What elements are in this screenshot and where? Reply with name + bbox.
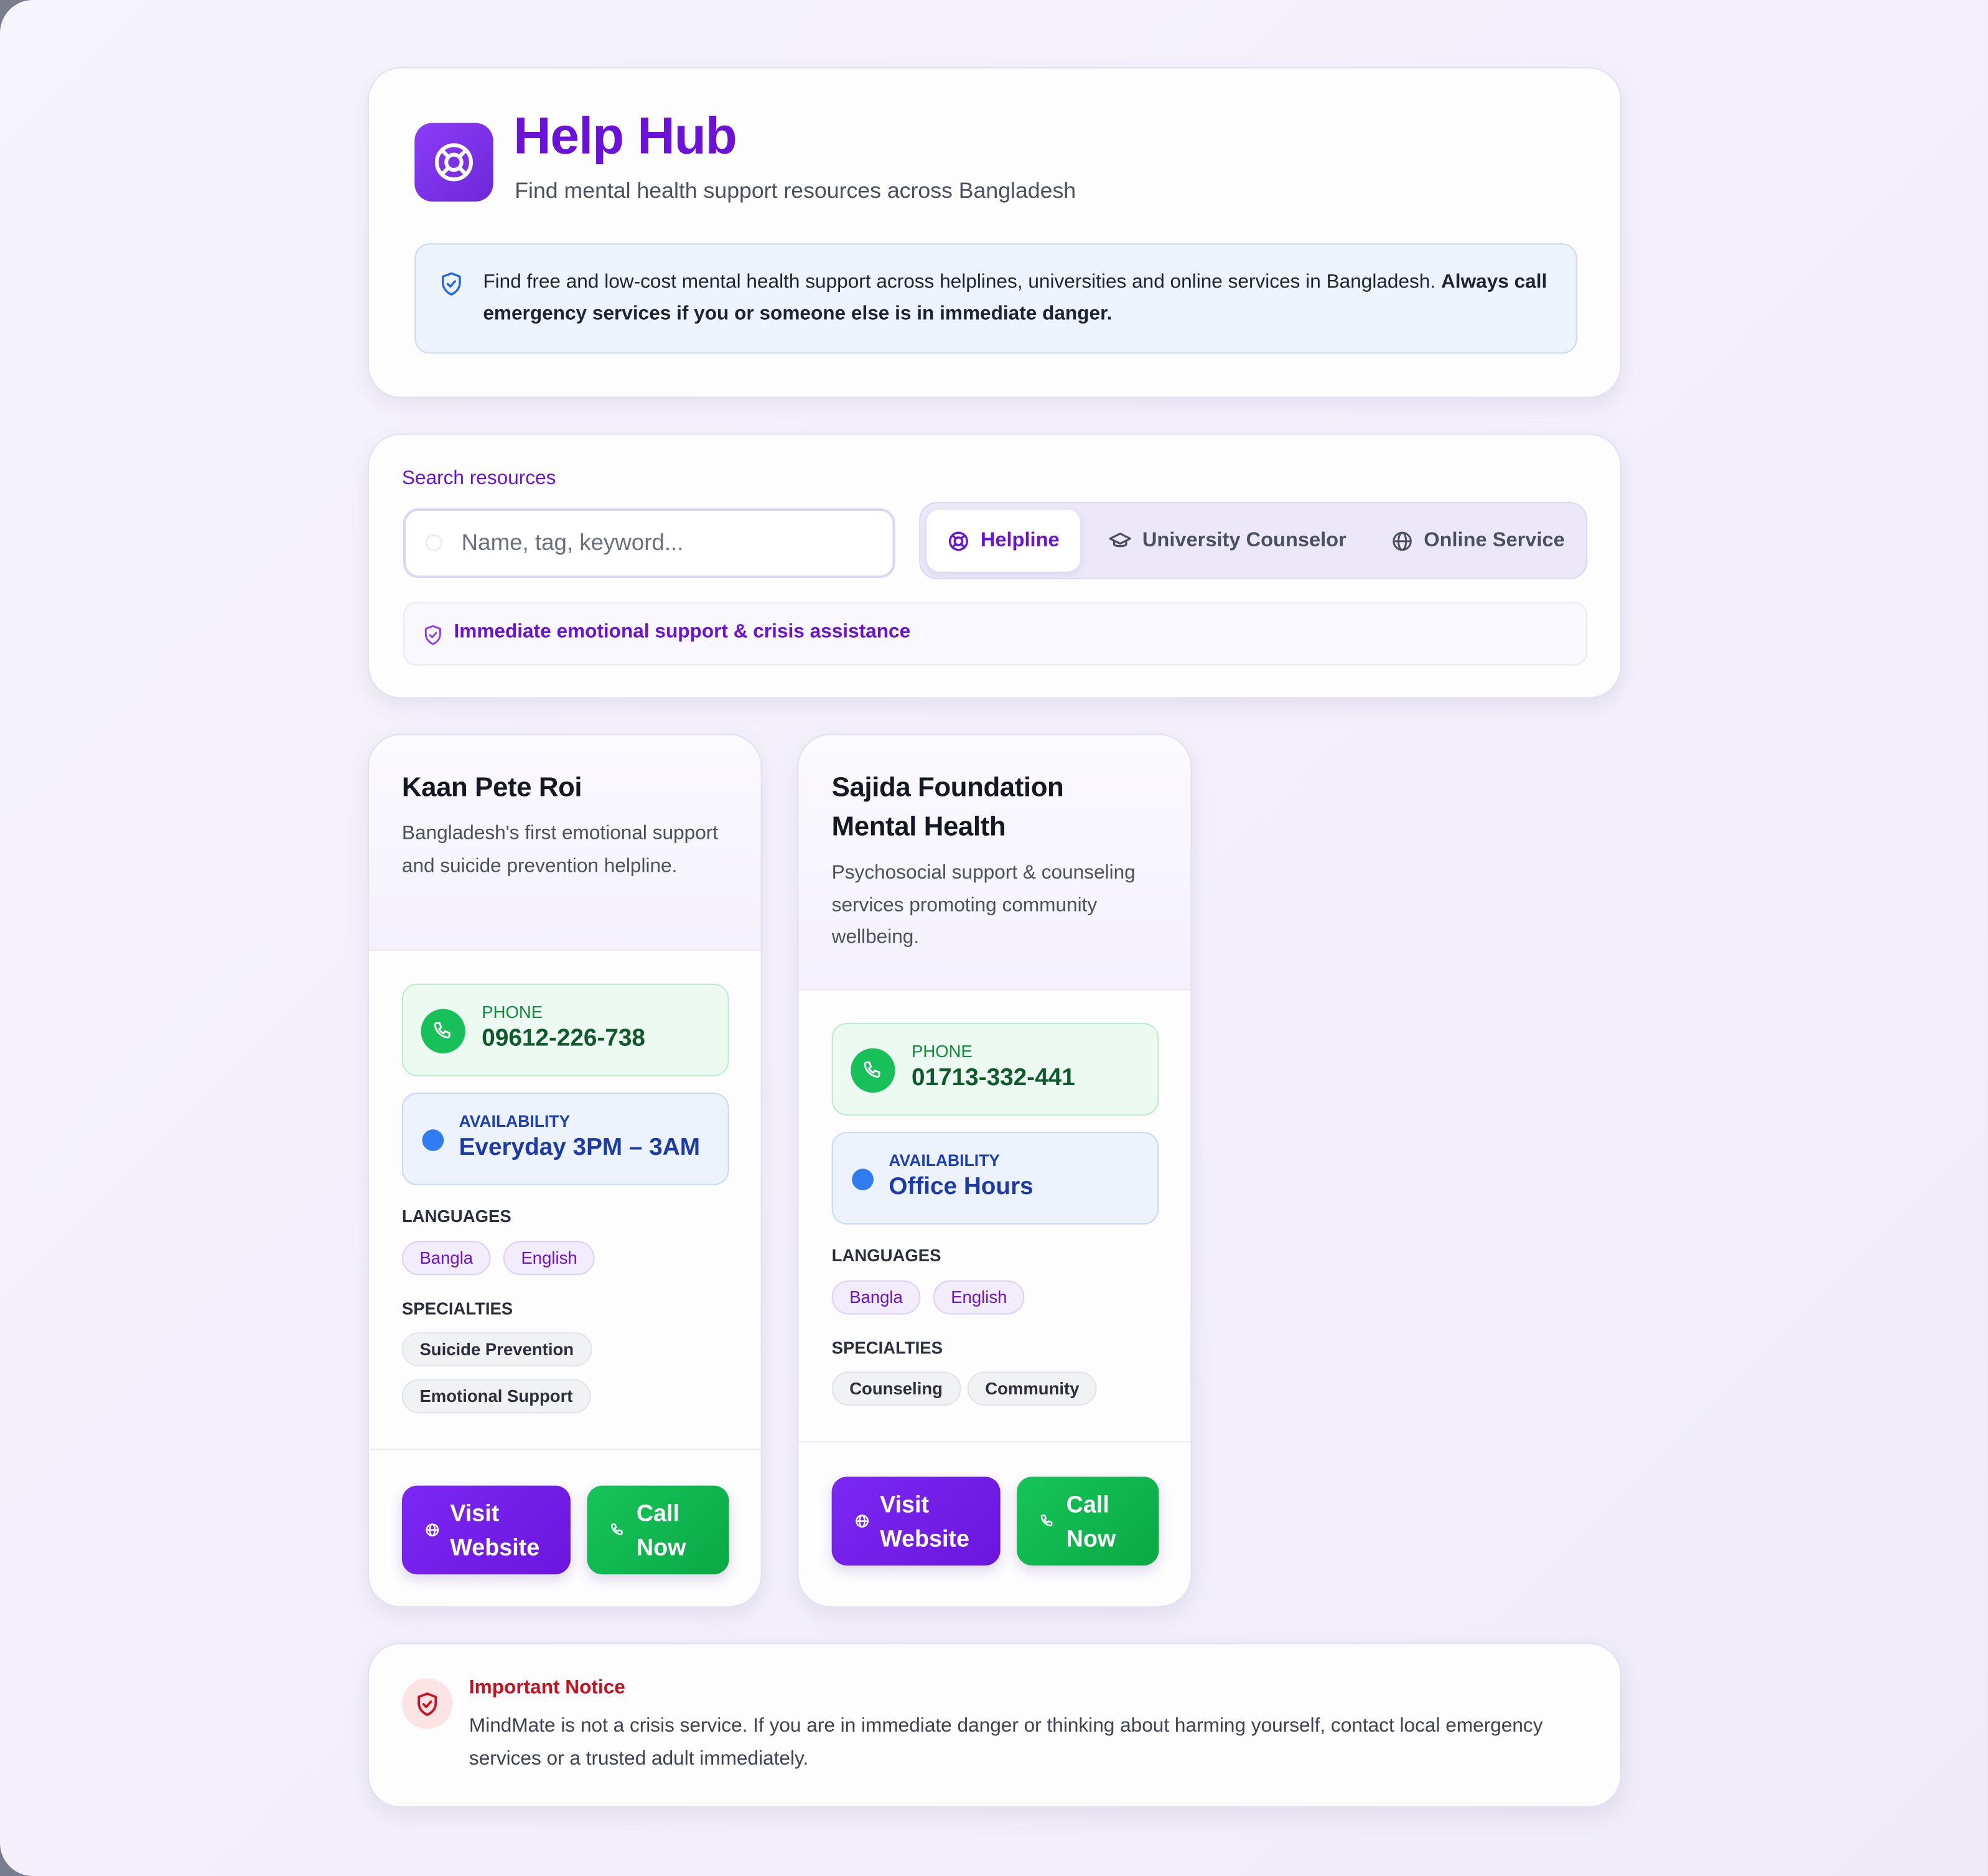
availability-dot-icon — [852, 1169, 874, 1190]
notice-title: Important Notice — [469, 1677, 625, 1699]
search-label: Search resources — [401, 467, 556, 490]
specialties-label: SPECIALTIES — [831, 1338, 943, 1358]
availability-value: Office Hours — [889, 1174, 1034, 1201]
specialty-chip: Counseling — [831, 1371, 961, 1406]
category-tabs: Helpline University Counselor Online Ser… — [919, 502, 1588, 580]
globe-icon — [856, 1514, 869, 1528]
call-now-label: Call Now — [1066, 1490, 1116, 1551]
specialty-chip: Suicide Prevention — [401, 1332, 592, 1367]
shield-check-icon — [442, 272, 461, 296]
category-description: Immediate emotional support & crisis ass… — [403, 602, 1588, 666]
availability-label: AVAILABILITY — [889, 1150, 1000, 1170]
visit-website-label: Visit Website — [450, 1500, 540, 1560]
availability-info: AVAILABILITY Office Hours — [831, 1132, 1159, 1225]
resource-card-header: Sajida Foundation Mental Health Psychosoc… — [798, 735, 1191, 991]
notice-text: MindMate is not a crisis service. If you… — [469, 1715, 1543, 1769]
page-title: Help Hub — [513, 106, 737, 165]
language-chip: English — [933, 1280, 1025, 1315]
important-notice-card: Important Notice MindMate is not a crisi… — [367, 1643, 1622, 1808]
tab-online-service-label: Online Service — [1424, 529, 1565, 551]
phone-label: PHONE — [482, 1002, 543, 1022]
specialty-chip: Emotional Support — [401, 1379, 591, 1414]
tab-helpline-label: Helpline — [980, 529, 1060, 551]
resource-card-actions: Visit Website Call Now — [368, 1449, 761, 1607]
phone-icon — [851, 1048, 895, 1093]
resource-card-actions: Visit Website Call Now — [798, 1441, 1191, 1607]
shield-alert-icon — [401, 1678, 453, 1729]
tab-university-counselor[interactable]: University Counselor — [1108, 510, 1346, 572]
resource-card: Kaan Pete Roi Bangladesh's first emotion… — [367, 734, 762, 1608]
visit-website-label: Visit Website — [880, 1490, 969, 1551]
availability-value: Everyday 3PM – 3AM — [459, 1134, 700, 1162]
page-subtitle: Find mental health support resources acr… — [515, 177, 1076, 203]
globe-icon — [426, 1523, 439, 1537]
resource-name: Kaan Pete Roi — [401, 772, 582, 803]
tab-online-service[interactable]: Online Service — [1391, 510, 1565, 572]
phone-number: 01713-332-441 — [912, 1065, 1075, 1092]
language-chip: English — [503, 1241, 595, 1276]
specialties-label: SPECIALTIES — [401, 1299, 513, 1318]
availability-label: AVAILABILITY — [459, 1111, 571, 1131]
phone-number: 09612-226-738 — [482, 1025, 645, 1052]
resource-card: Sajida Foundation Mental Health Psychosoc… — [797, 734, 1192, 1608]
phone-label: PHONE — [912, 1042, 973, 1062]
resource-card-header: Kaan Pete Roi Bangladesh's first emotion… — [368, 735, 761, 951]
search-icon — [425, 534, 443, 552]
info-text: Find free and low-cost mental health sup… — [483, 271, 1547, 325]
phone-icon — [1040, 1514, 1053, 1526]
search-placeholder: Name, tag, keyword... — [461, 530, 684, 556]
tab-helpline[interactable]: Helpline — [926, 509, 1081, 572]
resource-name: Sajida Foundation Mental Health — [831, 772, 1064, 842]
globe-icon — [1393, 531, 1412, 551]
language-chip: Bangla — [831, 1280, 921, 1315]
header-card: Help Hub Find mental health support reso… — [367, 67, 1622, 398]
specialty-chip: Community — [967, 1371, 1098, 1406]
call-now-button[interactable]: Call Now — [1017, 1477, 1159, 1566]
phone-icon — [610, 1523, 623, 1536]
language-chip: Bangla — [401, 1241, 491, 1276]
languages-label: LANGUAGES — [831, 1246, 941, 1266]
call-now-label: Call Now — [636, 1500, 686, 1560]
shield-check-icon — [424, 625, 441, 645]
tab-university-counselor-label: University Counselor — [1142, 529, 1346, 551]
availability-dot-icon — [422, 1129, 444, 1151]
graduation-cap-icon — [1109, 532, 1131, 548]
availability-info: AVAILABILITY Everyday 3PM – 3AM — [401, 1093, 729, 1185]
resource-description: Bangladesh's first emotional support and… — [401, 823, 719, 877]
phone-info[interactable]: PHONE 09612-226-738 — [401, 983, 729, 1076]
visit-website-button[interactable]: Visit Website — [401, 1485, 571, 1575]
search-card: Search resources Name, tag, keyword... H… — [367, 433, 1622, 699]
resource-description: Psychosocial support & counseling servic… — [831, 862, 1136, 948]
search-input[interactable]: Name, tag, keyword... — [403, 508, 895, 578]
languages-label: LANGUAGES — [401, 1206, 511, 1226]
app-logo — [414, 123, 493, 202]
call-now-button[interactable]: Call Now — [587, 1485, 729, 1575]
phone-info[interactable]: PHONE 01713-332-441 — [831, 1023, 1159, 1116]
help-hub-page: Help Hub Find mental health support reso… — [0, 0, 1988, 1876]
lifebuoy-icon — [434, 143, 474, 182]
category-description-text: Immediate emotional support & crisis ass… — [454, 621, 911, 643]
info-banner: Find free and low-cost mental health sup… — [414, 243, 1577, 354]
lifebuoy-icon — [949, 531, 969, 551]
phone-icon — [421, 1009, 465, 1053]
visit-website-button[interactable]: Visit Website — [831, 1477, 1001, 1566]
